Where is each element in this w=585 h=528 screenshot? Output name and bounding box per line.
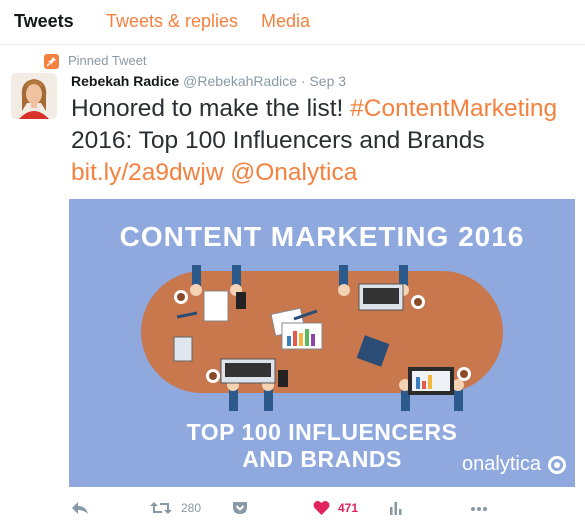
tweet-actions: 280 471 — [0, 498, 585, 520]
reply-icon — [72, 502, 88, 514]
tweet-text-start: Honored to make the list! — [71, 95, 351, 122]
more-options-button[interactable] — [470, 498, 490, 520]
url-link[interactable]: bit.ly/2a9dwjw — [71, 159, 224, 186]
like-button[interactable]: 471 — [313, 498, 363, 520]
media-card[interactable]: CONTENT MARKETING 2016 TOP 100 INFLUENCE… — [69, 199, 575, 487]
pocket-icon — [233, 502, 247, 514]
author-name[interactable]: Rebekah Radice — [71, 73, 179, 89]
card-subheading-line1: TOP 100 INFLUENCERS — [186, 419, 458, 445]
tab-media[interactable]: Media — [261, 11, 310, 32]
analytics-button[interactable] — [389, 498, 405, 520]
hashtag-link[interactable]: #ContentMarketing — [350, 95, 557, 122]
like-count: 471 — [338, 501, 359, 515]
tweet-date[interactable]: Sep 3 — [309, 73, 346, 89]
avatar[interactable] — [11, 73, 57, 119]
card-heading: CONTENT MARKETING 2016 — [119, 221, 525, 252]
tab-tweets-and-replies[interactable]: Tweets & replies — [106, 11, 238, 32]
reply-button[interactable] — [71, 498, 91, 520]
profile-tabs: Tweets Tweets & replies Media — [0, 0, 585, 45]
separator-dot: · — [300, 73, 306, 89]
more-dots-icon — [471, 507, 487, 511]
author-handle[interactable]: @RebekahRadice — [183, 73, 297, 89]
mention-link[interactable]: @Onalytica — [230, 159, 357, 186]
tweet-text: Honored to make the list! #ContentMarket… — [71, 93, 576, 189]
retweet-button[interactable]: 280 — [150, 498, 210, 520]
pocket-button[interactable] — [232, 498, 250, 520]
heart-icon — [313, 500, 330, 515]
bar-chart-icon — [390, 502, 402, 515]
pinned-label: Pinned Tweet — [68, 53, 147, 68]
tweet-text-middle: 2016: Top 100 Influencers and Brands — [71, 127, 485, 154]
tab-tweets[interactable]: Tweets — [14, 11, 74, 32]
retweet-icon — [150, 502, 172, 514]
onalytica-logo: onalytica — [462, 453, 541, 475]
retweet-count: 280 — [181, 501, 202, 515]
pin-icon — [44, 54, 59, 69]
onalytica-logo-icon — [548, 456, 566, 474]
tweet-header: Rebekah Radice @RebekahRadice · Sep 3 — [71, 73, 346, 89]
